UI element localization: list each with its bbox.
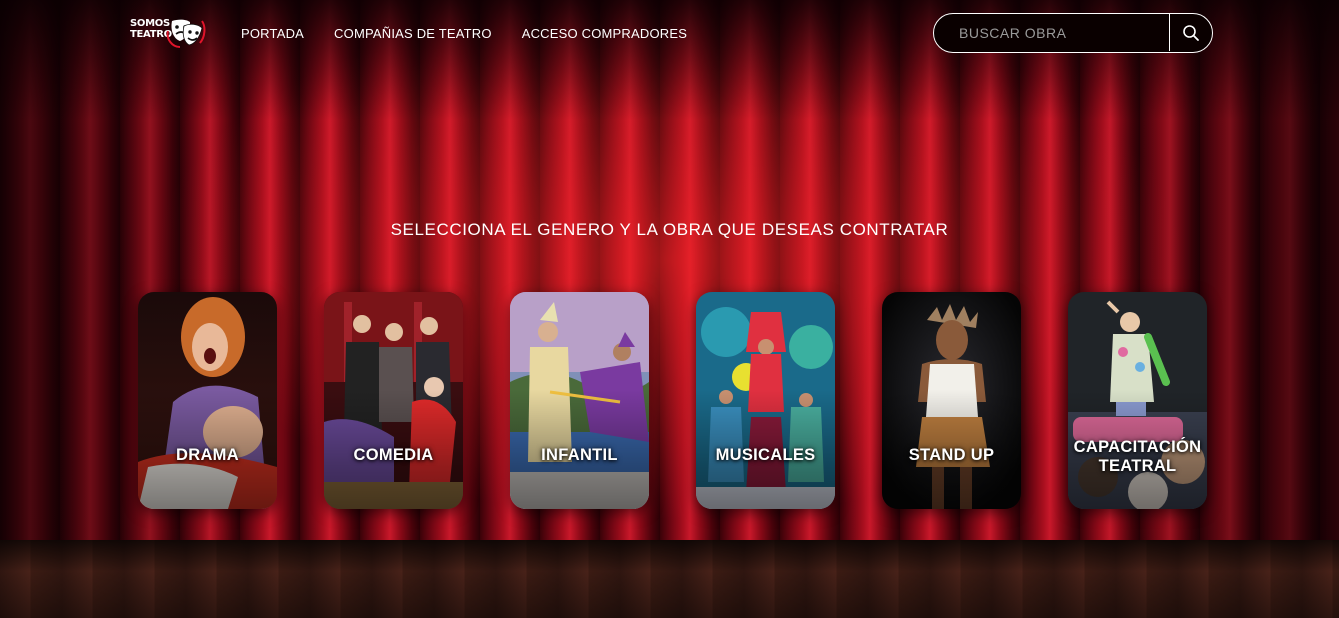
genre-label: CAPACITACIÓN TEATRAL (1073, 438, 1202, 475)
genre-card-comedia[interactable]: COMEDIA (324, 292, 463, 509)
search-button[interactable] (1169, 14, 1212, 51)
genre-label: INFANTIL (541, 446, 618, 464)
card-overlay (324, 292, 463, 509)
card-overlay (1068, 292, 1207, 509)
card-overlay (882, 292, 1021, 509)
genre-label: MUSICALES (715, 446, 816, 464)
genre-label: STAND UP (908, 446, 995, 464)
theater-stage-background: SOMOS TEATRO PORTADA COMPAÑIAS DE TEATRO… (0, 0, 1339, 618)
nav-link-acceso-compradores[interactable]: ACCESO COMPRADORES (522, 26, 687, 41)
genre-label: DRAMA (176, 446, 239, 464)
card-overlay (138, 292, 277, 509)
genre-card-infantil[interactable]: INFANTIL (510, 292, 649, 509)
nav-link-companias[interactable]: COMPAÑIAS DE TEATRO (334, 26, 492, 41)
search-icon (1183, 24, 1199, 41)
main-nav: PORTADA COMPAÑIAS DE TEATRO ACCESO COMPR… (241, 26, 687, 41)
genre-cards: DRAMA COMEDIA INFANTIL MUSICALES STAND U… (138, 292, 1208, 510)
card-overlay (510, 292, 649, 509)
genre-label: COMEDIA (353, 446, 434, 464)
genre-card-musicales[interactable]: MUSICALES (696, 292, 835, 509)
genre-card-capacitacion-teatral[interactable]: CAPACITACIÓN TEATRAL (1068, 292, 1207, 509)
stage-floor (0, 540, 1339, 618)
genre-card-stand-up[interactable]: STAND UP (882, 292, 1021, 509)
site-header: SOMOS TEATRO PORTADA COMPAÑIAS DE TEATRO… (0, 0, 1339, 66)
genre-card-drama[interactable]: DRAMA (138, 292, 277, 509)
site-logo[interactable]: SOMOS TEATRO (116, 16, 208, 50)
nav-link-portada[interactable]: PORTADA (241, 26, 304, 41)
card-overlay (696, 292, 835, 509)
search-box (933, 13, 1213, 53)
search-input[interactable] (934, 14, 1170, 51)
page-headline: SELECCIONA EL GENERO Y LA OBRA QUE DESEA… (390, 220, 949, 239)
theater-masks-icon (166, 19, 206, 48)
